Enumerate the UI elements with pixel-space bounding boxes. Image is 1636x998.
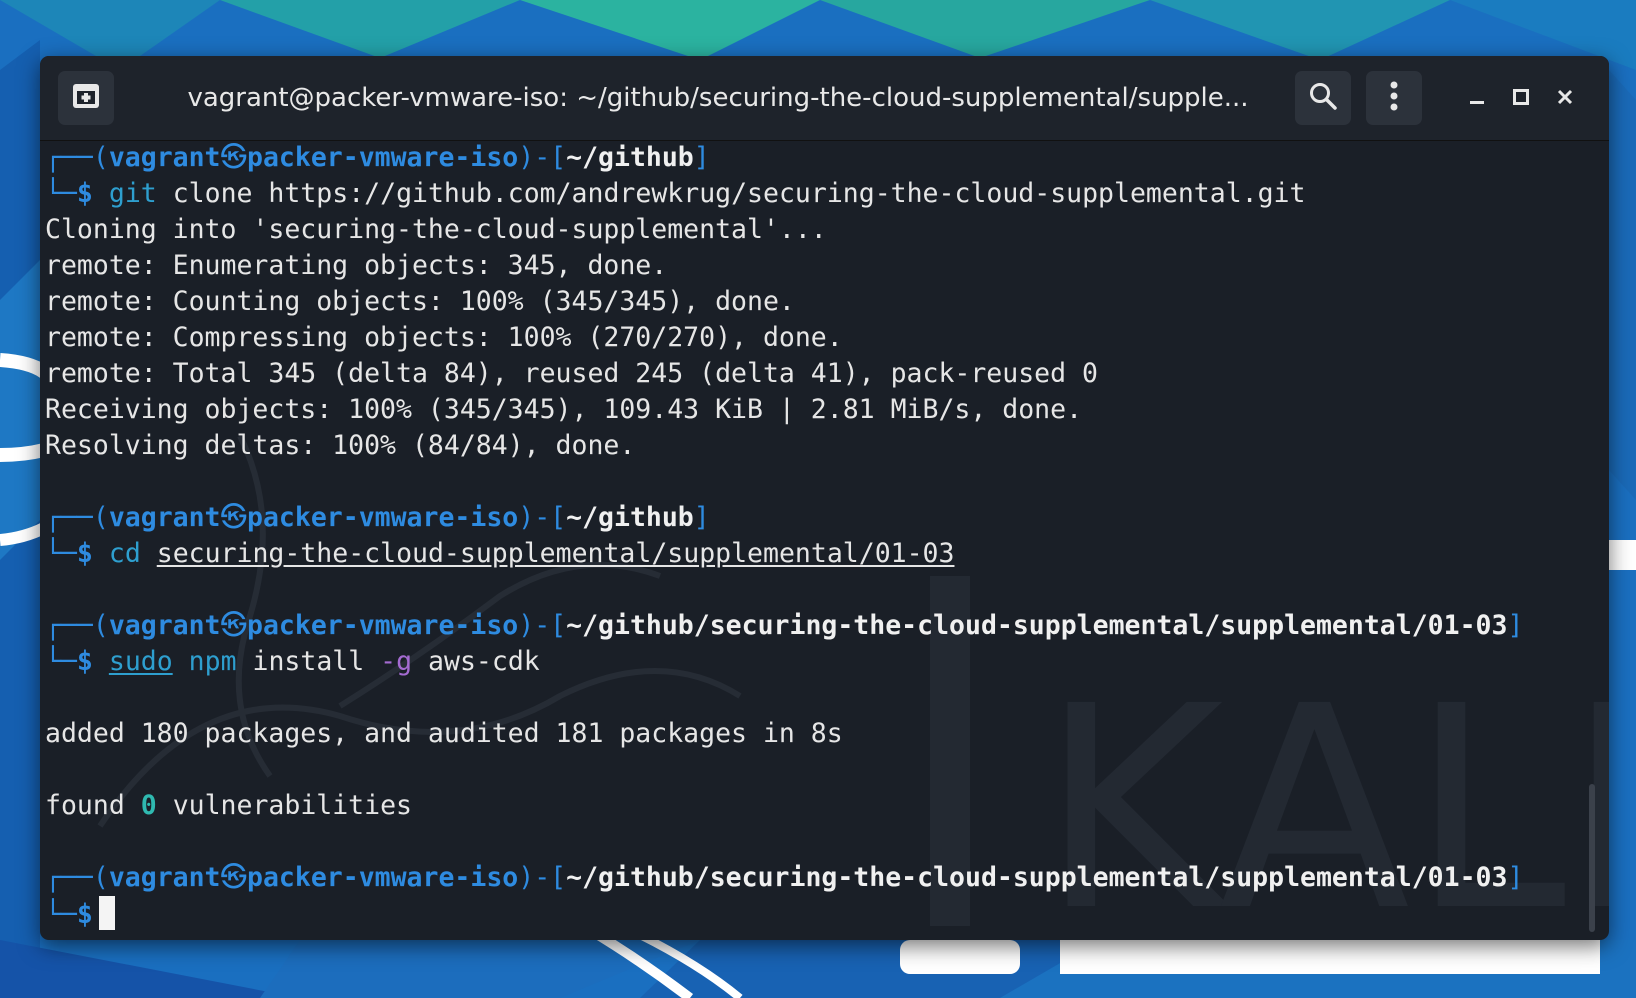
minimize-button[interactable] — [1460, 82, 1494, 116]
close-icon — [1556, 88, 1574, 110]
command-line: └─$ sudo npm install -g aws-cdk — [45, 646, 540, 677]
command-line: └─$ cd securing-the-cloud-supplemental/s… — [45, 538, 955, 569]
prompt-line: ┌──(vagrant㉿packer-vmware-iso)-[~/github… — [45, 502, 710, 533]
maximize-button[interactable] — [1504, 82, 1538, 116]
text-cursor — [98, 896, 115, 930]
prompt-path: ~/github/securing-the-cloud-supplemental… — [566, 610, 1508, 641]
output-line: found 0 vulnerabilities — [45, 790, 413, 821]
command-sudo: sudo — [108, 646, 173, 677]
command: git — [108, 178, 157, 209]
menu-button[interactable] — [1366, 71, 1422, 125]
command-args: clone https://github.com/andrewkrug/secu… — [172, 178, 1306, 209]
search-button[interactable] — [1295, 71, 1351, 125]
prompt-path: ~/github/securing-the-cloud-supplemental… — [566, 862, 1508, 893]
command-line: └─$ git clone https://github.com/andrewk… — [45, 178, 1306, 209]
minimize-icon — [1468, 88, 1486, 110]
command: npm — [188, 646, 237, 677]
output-line: Resolving deltas: 100% (84/84), done. — [45, 430, 636, 461]
output-line: remote: Compressing objects: 100% (270/2… — [45, 322, 843, 353]
prompt-line: ┌──(vagrant㉿packer-vmware-iso)-[~/github… — [45, 142, 710, 173]
command: cd — [108, 538, 141, 569]
kebab-menu-icon — [1389, 80, 1399, 116]
prompt-path: ~/github — [566, 502, 694, 533]
new-tab-button[interactable] — [58, 71, 114, 125]
command-flag: -g — [380, 646, 413, 677]
command-args: securing-the-cloud-supplemental/suppleme… — [156, 538, 955, 569]
terminal-window: KALI vagrant@packer-vmware-iso: ~/github… — [40, 56, 1609, 940]
command-line[interactable]: └─$ — [45, 896, 1555, 932]
prompt-path: ~/github — [566, 142, 694, 173]
window-title: vagrant@packer-vmware-iso: ~/github/secu… — [187, 83, 1249, 113]
search-icon — [1308, 81, 1338, 115]
output-line: Cloning into 'securing-the-cloud-supplem… — [45, 214, 827, 245]
terminal-output[interactable]: ┌──(vagrant㉿packer-vmware-iso)-[~/github… — [45, 140, 1555, 940]
prompt-line: ┌──(vagrant㉿packer-vmware-iso)-[~/github… — [45, 610, 1524, 641]
new-tab-icon — [71, 82, 101, 114]
output-line: added 180 packages, and audited 181 pack… — [45, 718, 843, 749]
maximize-icon — [1512, 88, 1530, 110]
output-line: remote: Total 345 (delta 84), reused 245… — [45, 358, 1098, 389]
close-button[interactable] — [1548, 82, 1582, 116]
output-line: remote: Enumerating objects: 345, done. — [45, 250, 668, 281]
scrollbar[interactable] — [1589, 784, 1595, 932]
output-line: remote: Counting objects: 100% (345/345)… — [45, 286, 795, 317]
prompt-line: ┌──(vagrant㉿packer-vmware-iso)-[~/github… — [45, 862, 1524, 893]
output-line: Receiving objects: 100% (345/345), 109.4… — [45, 394, 1083, 425]
title-bar: vagrant@packer-vmware-iso: ~/github/secu… — [40, 56, 1609, 141]
vulnerability-count: 0 — [140, 790, 157, 821]
